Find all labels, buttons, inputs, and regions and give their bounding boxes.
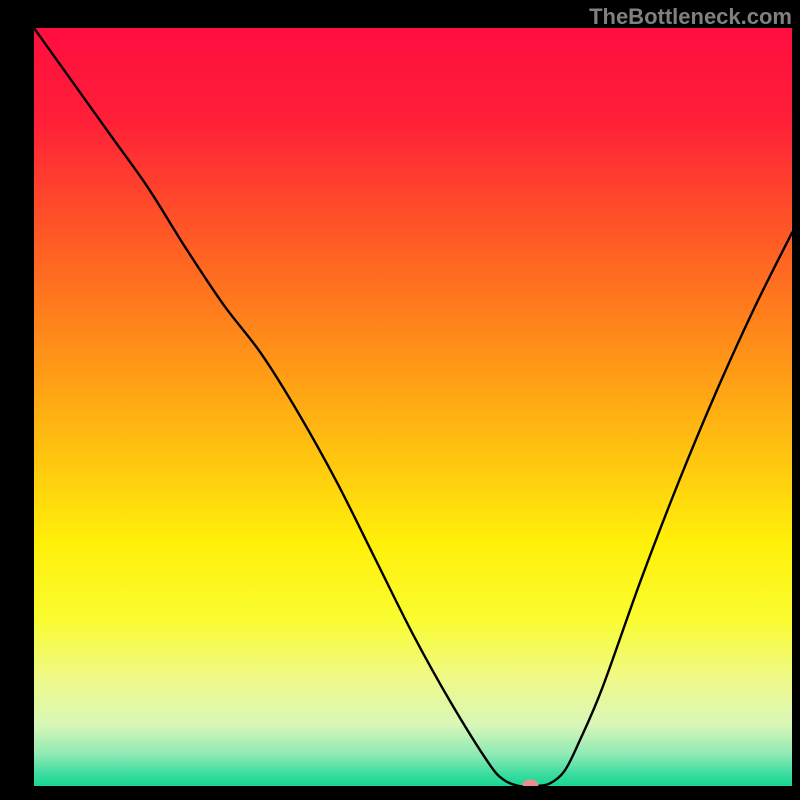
gradient-background [34, 28, 792, 786]
chart-container: TheBottleneck.com [0, 0, 800, 800]
watermark-text: TheBottleneck.com [589, 4, 792, 30]
chart-svg [34, 28, 792, 786]
plot-area [34, 28, 792, 786]
